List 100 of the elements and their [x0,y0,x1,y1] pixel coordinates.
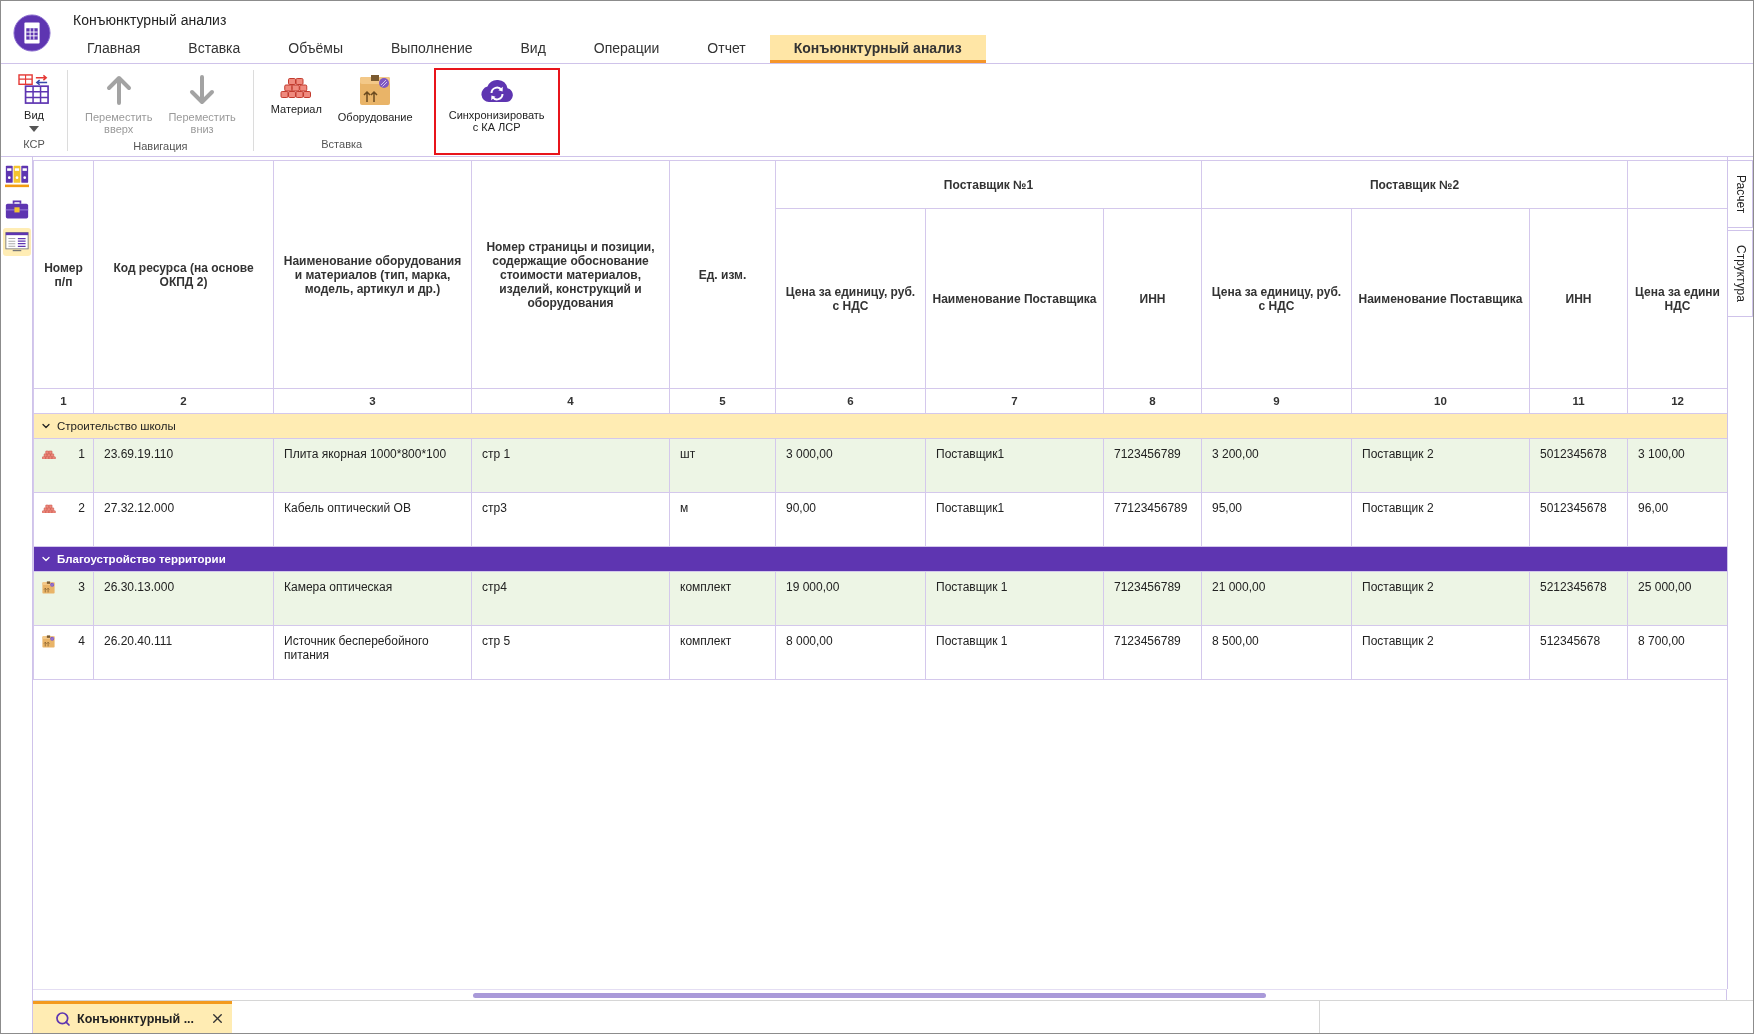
spreadsheet-icon [4,231,29,253]
ribbon-tab[interactable]: Объёмы [264,35,367,63]
column-header: ИНН [1103,208,1202,389]
table-cell: Поставщик1 [925,438,1104,493]
sidebar-tool-button[interactable] [2,228,31,256]
table-cell: 8 000,00 [775,625,926,680]
table-cell: Поставщик1 [925,492,1104,547]
column-number: 6 [775,388,926,414]
table-cell: стр3 [471,492,670,547]
ribbon-tab[interactable]: Конъюнктурный анализ [769,35,986,63]
close-icon [210,1011,225,1026]
box-icon [359,74,392,106]
table-cell: 77123456789 [1103,492,1202,547]
table-cell: 7123456789 [1103,571,1202,626]
table-cell: Источник бесперебойного питания [273,625,472,680]
row-number: 4 [78,634,85,648]
table-cell: 21 000,00 [1201,571,1352,626]
table-cell: м [669,492,776,547]
group-label: Строительство школы [57,420,176,432]
table-cell: Плита якорная 1000*800*100 [273,438,472,493]
column-header: Цена за единицу, руб. с НДС [775,208,926,389]
app-icon [13,14,51,52]
column-header: Наименование оборудования и материалов (тип, марка, модель, артикул и др.) [273,160,472,389]
table-cell: Камера оптическая [273,571,472,626]
close-button[interactable] [210,1011,225,1026]
table-cell: 7123456789 [1103,438,1202,493]
column-number: 2 [93,388,274,414]
bricks-icon [42,448,56,460]
ribbon-group-label: КСР [22,137,46,152]
column-header: Наименование Поставщика [1351,208,1530,389]
table-cell: 90,00 [775,492,926,547]
table-cell: комплект [669,625,776,680]
equipment-button[interactable]: Оборудование [330,68,420,127]
table-cell: 26.20.40.111 [93,625,274,680]
caret-icon [29,126,39,132]
group-label: Благоустройство территории [57,553,226,565]
row-number: 3 [78,580,85,594]
column-number: 4 [471,388,670,414]
ribbon-tab[interactable]: Выполнение [367,35,497,63]
ribbon-tab[interactable]: Вид [496,35,570,63]
table-cell: Поставщик 2 [1351,625,1530,680]
scrollbar-thumb[interactable] [473,992,1266,998]
window-title: Конъюнктурный анализ [72,11,227,30]
ribbon-tab[interactable]: Отчет [683,35,770,63]
column-header: ИНН [1529,208,1628,389]
table-cell: Кабель оптический ОВ [273,492,472,547]
column-header: Номер п/п [33,160,94,389]
table-cell: 5012345678 [1529,492,1628,547]
ribbon-tab[interactable]: Главная [63,35,165,63]
table-cell: 19 000,00 [775,571,926,626]
side-tab[interactable]: Структура [1728,230,1753,318]
group-row[interactable]: Строительство школы [33,413,1727,439]
column-header: Ед. изм. [669,160,776,389]
column-group-header: Поставщик №2 [1201,160,1628,209]
row-number: 2 [78,501,85,515]
ribbon-tab[interactable]: Вставка [164,35,265,63]
table-cell: 95,00 [1201,492,1352,547]
side-tab[interactable]: Расчет [1728,160,1753,229]
grid-arrows-icon [18,74,50,104]
column-number: 5 [669,388,776,414]
view-button[interactable]: Вид [11,68,57,136]
table-cell: Поставщик 2 [1351,571,1530,626]
column-header: Код ресурса (на основе ОКПД 2) [93,160,274,389]
table-cell: 23.69.19.110 [93,438,274,493]
table-cell: 3 000,00 [775,438,926,493]
column-number: 10 [1351,388,1530,414]
box-icon [42,634,55,648]
ribbon-group-label: Навигация [132,139,189,154]
table-cell: 8 500,00 [1201,625,1352,680]
column-number: 7 [925,388,1104,414]
column-number: 9 [1201,388,1352,414]
table-cell: 26.30.13.000 [93,571,274,626]
table-cell: 5012345678 [1529,438,1628,493]
table-cell: шт [669,438,776,493]
sync-button[interactable]: Синхронизировать с КА ЛСР [433,68,560,155]
column-header: Цена за единицу, руб. с НДС [1201,208,1352,389]
column-number: 11 [1529,388,1628,414]
group-row[interactable]: Благоустройство территории [33,546,1727,572]
table-cell: стр4 [471,571,670,626]
briefcase-icon [4,198,29,220]
column-number: 1 [33,388,94,414]
ribbon-group-label: Вставка [320,137,364,152]
table-cell: Поставщик 1 [925,625,1104,680]
table-cell: стр 5 [471,625,670,680]
table-cell: Поставщик 1 [925,571,1104,626]
table-cell: 5212345678 [1529,571,1628,626]
table-cell: 512345678 [1529,625,1628,680]
table-cell: 3 200,00 [1201,438,1352,493]
column-number: 8 [1103,388,1202,414]
table-cell: Поставщик 2 [1351,438,1530,493]
box-icon [42,580,55,594]
column-header: Номер страницы и позиции, содержащие обоснование стоимости материалов, изделий, конструкций и оборудования [471,160,670,389]
column-group-header: Поставщик №1 [775,160,1202,209]
table-cell: 27.32.12.000 [93,492,274,547]
bricks-icon [42,502,56,514]
material-button[interactable]: Материал [263,68,329,119]
column-number: 3 [273,388,472,414]
table-cell: 7123456789 [1103,625,1202,680]
ribbon-tab[interactable]: Операции [569,35,684,63]
document-tab[interactable]: Конъюнктурный ... [33,1001,232,1033]
